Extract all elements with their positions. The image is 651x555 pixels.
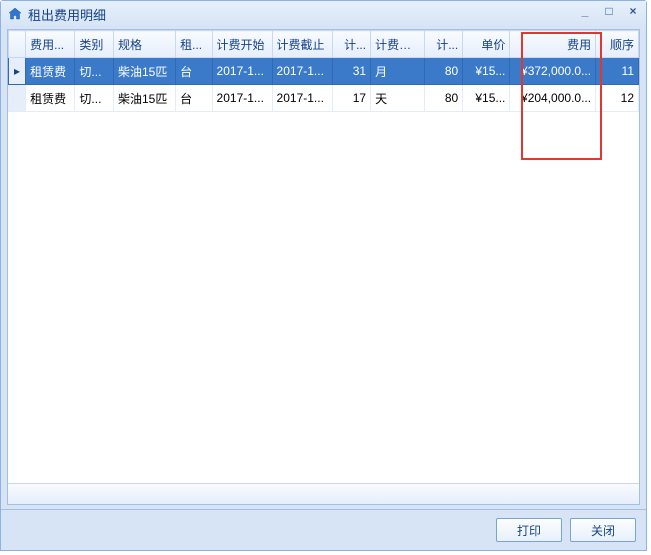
row-indicator-header	[9, 31, 26, 58]
cell-fee-name: 租赁费	[26, 85, 75, 112]
print-button[interactable]: 打印	[496, 518, 562, 542]
col-spec[interactable]: 规格	[113, 31, 175, 58]
row-indicator-icon: ▸	[9, 58, 26, 85]
cell-start: 2017-1...	[212, 58, 272, 85]
status-strip	[8, 483, 639, 504]
cell-category: 切...	[75, 58, 114, 85]
cell-count2: 80	[424, 85, 463, 112]
content-area: 费用... 类别 规格 租... 计费开始 计费截止 计... 计费天... 计…	[7, 29, 640, 505]
cell-start: 2017-1...	[212, 85, 272, 112]
header-row: 费用... 类别 规格 租... 计费开始 计费截止 计... 计费天... 计…	[9, 31, 639, 58]
footer-bar: 打印 关闭	[1, 509, 646, 550]
table-row[interactable]: 租赁费 切... 柴油15匹 台 2017-1... 2017-1... 17 …	[9, 85, 639, 112]
col-fee-type[interactable]: 费用...	[26, 31, 75, 58]
cell-fee-name: 租赁费	[26, 58, 75, 85]
cell-days: 天	[371, 85, 425, 112]
cell-rent: 台	[176, 85, 212, 112]
cell-spec: 柴油15匹	[113, 58, 175, 85]
col-unit-price[interactable]: 单价	[463, 31, 510, 58]
cell-count2: 80	[424, 58, 463, 85]
cell-count1: 17	[332, 85, 371, 112]
close-button[interactable]: ×	[626, 4, 640, 18]
col-start[interactable]: 计费开始	[212, 31, 272, 58]
cell-order: 11	[596, 58, 639, 85]
table-row[interactable]: ▸ 租赁费 切... 柴油15匹 台 2017-1... 2017-1... 3…	[9, 58, 639, 85]
maximize-button[interactable]: □	[602, 4, 616, 18]
row-indicator	[9, 85, 26, 112]
grid-empty-area	[8, 112, 639, 483]
col-end[interactable]: 计费截止	[272, 31, 332, 58]
cell-end: 2017-1...	[272, 85, 332, 112]
cell-fee: ¥372,000.0...	[510, 58, 596, 85]
window-controls: _ □ ×	[578, 4, 640, 18]
col-order[interactable]: 顺序	[596, 31, 639, 58]
cell-unit-price: ¥15...	[463, 85, 510, 112]
window-frame: 租出费用明细 _ □ ×	[0, 0, 647, 551]
cell-count1: 31	[332, 58, 371, 85]
close-button-footer[interactable]: 关闭	[570, 518, 636, 542]
col-count2[interactable]: 计...	[424, 31, 463, 58]
grid-container: 费用... 类别 规格 租... 计费开始 计费截止 计... 计费天... 计…	[8, 30, 639, 504]
minimize-button[interactable]: _	[578, 4, 592, 18]
col-fee[interactable]: 费用	[510, 31, 596, 58]
cell-fee: ¥204,000.0...	[510, 85, 596, 112]
cell-unit-price: ¥15...	[463, 58, 510, 85]
cell-spec: 柴油15匹	[113, 85, 175, 112]
data-grid[interactable]: 费用... 类别 规格 租... 计费开始 计费截止 计... 计费天... 计…	[8, 30, 639, 112]
home-icon	[7, 6, 23, 22]
cell-rent: 台	[176, 58, 212, 85]
col-days[interactable]: 计费天...	[371, 31, 425, 58]
cell-order: 12	[596, 85, 639, 112]
col-rent[interactable]: 租...	[176, 31, 212, 58]
window-title: 租出费用明细	[28, 5, 106, 24]
cell-end: 2017-1...	[272, 58, 332, 85]
title-bar: 租出费用明细 _ □ ×	[1, 1, 646, 27]
col-count1[interactable]: 计...	[332, 31, 371, 58]
cell-days: 月	[371, 58, 425, 85]
cell-category: 切...	[75, 85, 114, 112]
col-category[interactable]: 类别	[75, 31, 114, 58]
